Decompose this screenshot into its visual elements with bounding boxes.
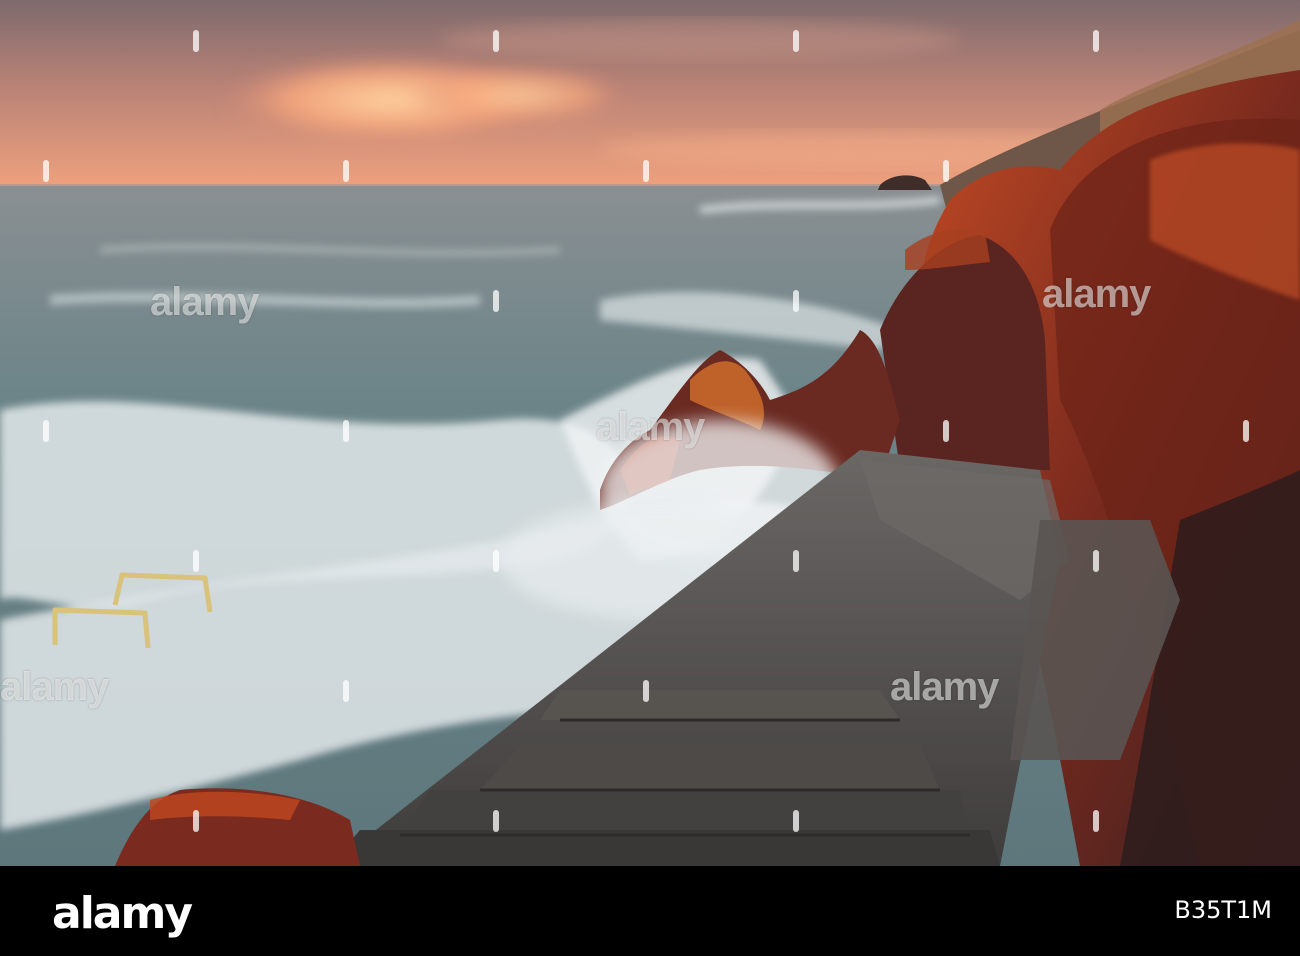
stock-footer-bar: alamy B35T1M — [0, 866, 1300, 956]
image-id: B35T1M — [1174, 896, 1272, 924]
stock-logo: alamy — [52, 888, 193, 939]
seascape-image — [0, 0, 1300, 866]
photo: alamy alamy alamy alamy alamy — [0, 0, 1300, 866]
